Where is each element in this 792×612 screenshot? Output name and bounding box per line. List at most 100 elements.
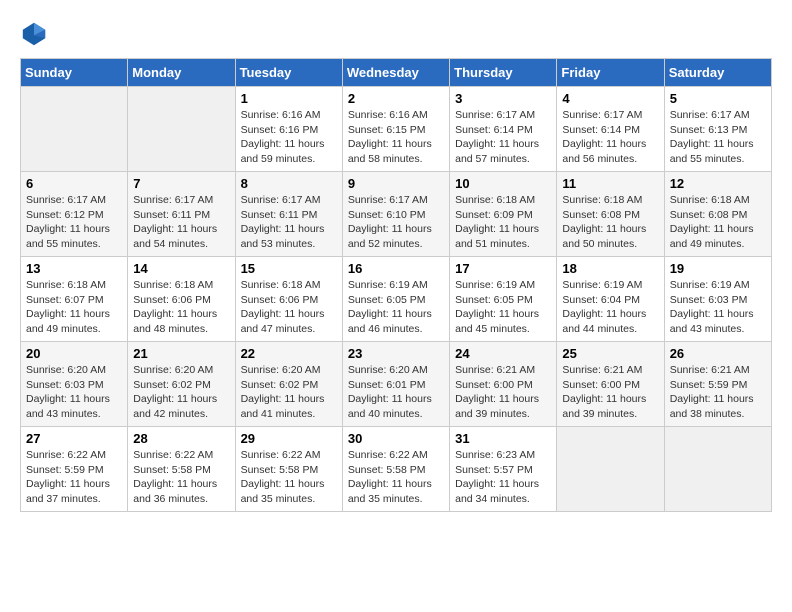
day-number: 24 xyxy=(455,346,551,361)
calendar-cell: 27Sunrise: 6:22 AMSunset: 5:59 PMDayligh… xyxy=(21,427,128,512)
calendar-cell: 29 Sunrise: 6:22 AMSunset: 5:58 PMDayligh… xyxy=(235,427,342,512)
calendar-cell: 30 Sunrise: 6:22 AMSunset: 5:58 PMDayligh… xyxy=(342,427,449,512)
calendar-cell: 4 Sunrise: 6:17 AMSunset: 6:14 PMDaylight… xyxy=(557,87,664,172)
day-number: 28 xyxy=(133,431,229,446)
calendar-cell xyxy=(557,427,664,512)
calendar-cell: 15 Sunrise: 6:18 AMSunset: 6:06 PMDayligh… xyxy=(235,257,342,342)
calendar-cell: 19 Sunrise: 6:19 AMSunset: 6:03 PMDayligh… xyxy=(664,257,771,342)
day-number: 29 xyxy=(241,431,337,446)
day-number: 22 xyxy=(241,346,337,361)
cell-data: Sunrise: 6:17 AMSunset: 6:10 PMDaylight:… xyxy=(348,193,444,252)
page-header xyxy=(20,20,772,48)
cell-data: Sunrise: 6:22 AMSunset: 5:58 PMDaylight:… xyxy=(241,448,337,507)
calendar-cell: 13 Sunrise: 6:18 AMSunset: 6:07 PMDayligh… xyxy=(21,257,128,342)
calendar-cell xyxy=(664,427,771,512)
day-number: 3 xyxy=(455,91,551,106)
day-number: 15 xyxy=(241,261,337,276)
cell-data: Sunrise: 6:20 AMSunset: 6:01 PMDaylight:… xyxy=(348,363,444,422)
cell-data: Sunrise: 6:18 AMSunset: 6:06 PMDaylight:… xyxy=(241,278,337,337)
weekday-header-sunday: Sunday xyxy=(21,59,128,87)
day-number: 21 xyxy=(133,346,229,361)
day-number: 17 xyxy=(455,261,551,276)
weekday-header-wednesday: Wednesday xyxy=(342,59,449,87)
logo xyxy=(20,20,52,48)
day-number: 13 xyxy=(26,261,122,276)
cell-data: Sunrise: 6:16 AMSunset: 6:16 PMDaylight:… xyxy=(241,108,337,167)
weekday-header-monday: Monday xyxy=(128,59,235,87)
cell-data: Sunrise: 6:23 AMSunset: 5:57 PMDaylight:… xyxy=(455,448,551,507)
cell-data: Sunrise: 6:21 AMSunset: 6:00 PMDaylight:… xyxy=(455,363,551,422)
cell-data: Sunrise: 6:21 AMSunset: 5:59 PMDaylight:… xyxy=(670,363,766,422)
cell-data: Sunrise: 6:22 AMSunset: 5:58 PMDaylight:… xyxy=(133,448,229,507)
calendar-cell: 20 Sunrise: 6:20 AMSunset: 6:03 PMDayligh… xyxy=(21,342,128,427)
cell-data: Sunrise: 6:19 AMSunset: 6:03 PMDaylight:… xyxy=(670,278,766,337)
day-number: 5 xyxy=(670,91,766,106)
calendar-cell: 3Sunrise: 6:17 AMSunset: 6:14 PMDaylight… xyxy=(450,87,557,172)
calendar-cell: 16 Sunrise: 6:19 AMSunset: 6:05 PMDayligh… xyxy=(342,257,449,342)
day-number: 23 xyxy=(348,346,444,361)
day-number: 1 xyxy=(241,91,337,106)
calendar-cell: 18 Sunrise: 6:19 AMSunset: 6:04 PMDayligh… xyxy=(557,257,664,342)
calendar-cell: 23 Sunrise: 6:20 AMSunset: 6:01 PMDayligh… xyxy=(342,342,449,427)
day-number: 26 xyxy=(670,346,766,361)
calendar-cell: 12 Sunrise: 6:18 AMSunset: 6:08 PMDayligh… xyxy=(664,172,771,257)
calendar-cell: 7 Sunrise: 6:17 AMSunset: 6:11 PMDaylight… xyxy=(128,172,235,257)
cell-data: Sunrise: 6:22 AMSunset: 5:59 PMDaylight:… xyxy=(26,448,122,507)
cell-data: Sunrise: 6:18 AMSunset: 6:07 PMDaylight:… xyxy=(26,278,122,337)
cell-data: Sunrise: 6:19 AMSunset: 6:05 PMDaylight:… xyxy=(455,278,551,337)
day-number: 9 xyxy=(348,176,444,191)
cell-data: Sunrise: 6:16 AMSunset: 6:15 PMDaylight:… xyxy=(348,108,444,167)
calendar-cell: 14 Sunrise: 6:18 AMSunset: 6:06 PMDayligh… xyxy=(128,257,235,342)
calendar-table: SundayMondayTuesdayWednesdayThursdayFrid… xyxy=(20,58,772,512)
day-number: 18 xyxy=(562,261,658,276)
cell-data: Sunrise: 6:20 AMSunset: 6:02 PMDaylight:… xyxy=(241,363,337,422)
day-number: 16 xyxy=(348,261,444,276)
cell-data: Sunrise: 6:20 AMSunset: 6:02 PMDaylight:… xyxy=(133,363,229,422)
calendar-cell: 24 Sunrise: 6:21 AMSunset: 6:00 PMDayligh… xyxy=(450,342,557,427)
day-number: 12 xyxy=(670,176,766,191)
weekday-header-tuesday: Tuesday xyxy=(235,59,342,87)
cell-data: Sunrise: 6:18 AMSunset: 6:09 PMDaylight:… xyxy=(455,193,551,252)
day-number: 19 xyxy=(670,261,766,276)
cell-data: Sunrise: 6:21 AMSunset: 6:00 PMDaylight:… xyxy=(562,363,658,422)
logo-icon xyxy=(20,20,48,48)
weekday-header-friday: Friday xyxy=(557,59,664,87)
day-number: 11 xyxy=(562,176,658,191)
calendar-cell: 10 Sunrise: 6:18 AMSunset: 6:09 PMDayligh… xyxy=(450,172,557,257)
day-number: 2 xyxy=(348,91,444,106)
day-number: 4 xyxy=(562,91,658,106)
day-number: 20 xyxy=(26,346,122,361)
cell-data: Sunrise: 6:20 AMSunset: 6:03 PMDaylight:… xyxy=(26,363,122,422)
cell-data: Sunrise: 6:17 AMSunset: 6:11 PMDaylight:… xyxy=(133,193,229,252)
cell-data: Sunrise: 6:19 AMSunset: 6:05 PMDaylight:… xyxy=(348,278,444,337)
cell-data: Sunrise: 6:18 AMSunset: 6:08 PMDaylight:… xyxy=(670,193,766,252)
weekday-header-saturday: Saturday xyxy=(664,59,771,87)
weekday-header-thursday: Thursday xyxy=(450,59,557,87)
calendar-cell: 31 Sunrise: 6:23 AMSunset: 5:57 PMDayligh… xyxy=(450,427,557,512)
calendar-cell: 21 Sunrise: 6:20 AMSunset: 6:02 PMDayligh… xyxy=(128,342,235,427)
day-number: 31 xyxy=(455,431,551,446)
day-number: 8 xyxy=(241,176,337,191)
cell-data: Sunrise: 6:17 AMSunset: 6:13 PMDaylight:… xyxy=(670,108,766,167)
day-number: 7 xyxy=(133,176,229,191)
calendar-cell: 6 Sunrise: 6:17 AMSunset: 6:12 PMDaylight… xyxy=(21,172,128,257)
calendar-cell: 17 Sunrise: 6:19 AMSunset: 6:05 PMDayligh… xyxy=(450,257,557,342)
day-number: 14 xyxy=(133,261,229,276)
day-number: 6 xyxy=(26,176,122,191)
cell-data: Sunrise: 6:18 AMSunset: 6:06 PMDaylight:… xyxy=(133,278,229,337)
cell-data: Sunrise: 6:17 AMSunset: 6:14 PMDaylight:… xyxy=(562,108,658,167)
cell-data: Sunrise: 6:19 AMSunset: 6:04 PMDaylight:… xyxy=(562,278,658,337)
cell-data: Sunrise: 6:18 AMSunset: 6:08 PMDaylight:… xyxy=(562,193,658,252)
calendar-cell xyxy=(128,87,235,172)
calendar-cell: 5 Sunrise: 6:17 AMSunset: 6:13 PMDaylight… xyxy=(664,87,771,172)
cell-data: Sunrise: 6:17 AMSunset: 6:11 PMDaylight:… xyxy=(241,193,337,252)
calendar-cell: 8 Sunrise: 6:17 AMSunset: 6:11 PMDaylight… xyxy=(235,172,342,257)
calendar-cell: 11 Sunrise: 6:18 AMSunset: 6:08 PMDayligh… xyxy=(557,172,664,257)
cell-data: Sunrise: 6:22 AMSunset: 5:58 PMDaylight:… xyxy=(348,448,444,507)
calendar-cell: 2 Sunrise: 6:16 AMSunset: 6:15 PMDaylight… xyxy=(342,87,449,172)
calendar-cell: 26 Sunrise: 6:21 AMSunset: 5:59 PMDayligh… xyxy=(664,342,771,427)
cell-data: Sunrise: 6:17 AMSunset: 6:12 PMDaylight:… xyxy=(26,193,122,252)
day-number: 30 xyxy=(348,431,444,446)
day-number: 10 xyxy=(455,176,551,191)
calendar-cell: 28 Sunrise: 6:22 AMSunset: 5:58 PMDayligh… xyxy=(128,427,235,512)
